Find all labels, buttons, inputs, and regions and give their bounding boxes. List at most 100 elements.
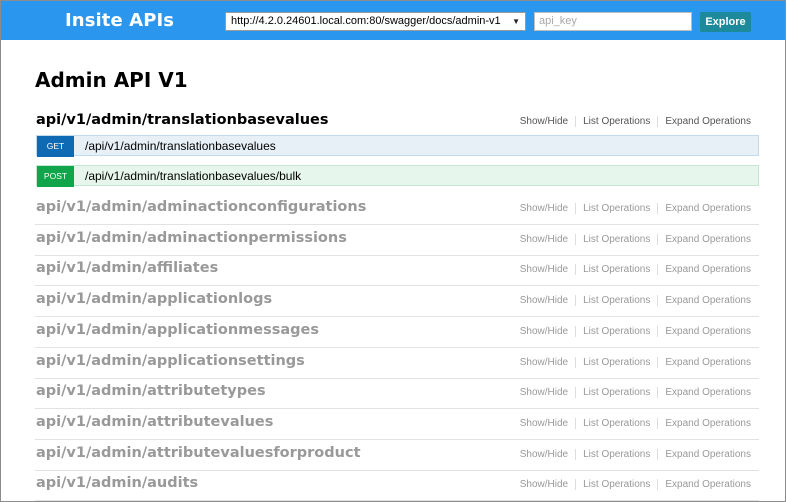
resource-links: Show/Hide List Operations Expand Operation…: [520, 233, 751, 245]
resource-name[interactable]: api/v1/admin/attributetypes: [36, 383, 266, 399]
resource-row: api/v1/admin/applicationsettings Show/Hid…: [35, 349, 759, 379]
divider: [657, 448, 659, 460]
divider: [657, 356, 659, 368]
show-hide-link[interactable]: Show/Hide: [520, 387, 568, 398]
resource-row: api/v1/admin/affiliates Show/Hide List Ope…: [35, 256, 759, 287]
divider: [575, 479, 577, 491]
api-url-select[interactable]: http://4.2.0.24601.local.com:80/swagger/…: [225, 12, 526, 31]
expand-operations-link[interactable]: Expand Operations: [665, 387, 751, 398]
resource-row: api/v1/admin/applicationlogs Show/Hide Lis…: [35, 287, 759, 318]
divider: [657, 325, 659, 337]
expand-operations-link[interactable]: Expand Operations: [665, 357, 751, 368]
resource-links: Show/Hide List Operations Expand Operation…: [520, 264, 751, 276]
api-url-value: http://4.2.0.24601.local.com:80/swagger/…: [231, 15, 501, 27]
resource-links: Show/Hide List Operations Expand Operation…: [520, 479, 751, 490]
divider: [575, 417, 577, 429]
divider: [575, 264, 577, 276]
expand-operations-link[interactable]: Expand Operations: [665, 326, 751, 337]
expand-operations-link[interactable]: Expand Operations: [665, 479, 751, 490]
resource-name[interactable]: api/v1/admin/applicationmessages: [36, 322, 319, 338]
api-key-input[interactable]: api_key: [534, 12, 692, 31]
resource-row: api/v1/admin/applicationmessages Show/Hid…: [35, 318, 759, 348]
show-hide-link[interactable]: Show/Hide: [520, 203, 568, 214]
resource-name[interactable]: api/v1/admin/adminactionconfigurations: [36, 199, 366, 215]
explore-button[interactable]: Explore: [700, 12, 751, 32]
show-hide-link[interactable]: Show/Hide: [520, 234, 568, 245]
resource-name[interactable]: api/v1/admin/affiliates: [36, 260, 218, 276]
divider: [575, 448, 577, 460]
divider: [657, 264, 659, 276]
divider: [657, 116, 659, 127]
divider: [575, 295, 577, 307]
show-hide-link[interactable]: Show/Hide: [520, 479, 568, 490]
expand-operations-link[interactable]: Expand Operations: [665, 203, 751, 214]
resource-links: Show/Hide List Operations Expand Operation…: [520, 356, 751, 368]
expand-operations-link[interactable]: Expand Operations: [665, 265, 751, 276]
resource-name[interactable]: api/v1/admin/attributevalues: [36, 414, 273, 430]
list-operations-link[interactable]: List Operations: [583, 479, 650, 490]
divider: [657, 417, 659, 429]
list-operations-link[interactable]: List Operations: [583, 116, 650, 127]
resource-name[interactable]: api/v1/admin/applicationsettings: [36, 353, 305, 369]
divider: [657, 233, 659, 245]
resource-links: Show/Hide List Operations Expand Operation…: [520, 325, 751, 337]
list-operations-link[interactable]: List Operations: [583, 203, 650, 214]
resource-links: Show/Hide List Operations Expand Operation…: [520, 448, 751, 460]
list-operations-link[interactable]: List Operations: [583, 265, 650, 276]
list-operations-link[interactable]: List Operations: [583, 418, 650, 429]
show-hide-link[interactable]: Show/Hide: [520, 295, 568, 306]
header-bar: Insite APIs http://4.2.0.24601.local.com…: [1, 1, 785, 40]
resource-links: Show/Hide List Operations Expand Operation…: [520, 116, 751, 127]
expand-operations-link[interactable]: Expand Operations: [665, 234, 751, 245]
resource-row: api/v1/admin/attributevaluesforproduct Sh…: [35, 441, 759, 471]
divider: [657, 203, 659, 214]
show-hide-link[interactable]: Show/Hide: [520, 116, 568, 127]
divider: [575, 356, 577, 368]
operation-path: /api/v1/admin/translationbasevalues: [85, 139, 276, 153]
list-operations-link[interactable]: List Operations: [583, 449, 650, 460]
method-badge-get: GET: [37, 136, 74, 157]
logo[interactable]: Insite APIs: [65, 10, 174, 31]
operation-path: /api/v1/admin/translationbasevalues/bulk: [85, 169, 302, 183]
divider: [657, 295, 659, 307]
show-hide-link[interactable]: Show/Hide: [520, 357, 568, 368]
divider: [657, 387, 659, 399]
method-badge-post: POST: [37, 166, 74, 187]
divider: [575, 203, 577, 214]
resource-name[interactable]: api/v1/admin/attributevaluesforproduct: [36, 445, 361, 461]
resource-row: api/v1/admin/attributetypes Show/Hide List…: [35, 379, 759, 410]
divider: [575, 233, 577, 245]
resource-links: Show/Hide List Operations Expand Operation…: [520, 203, 751, 214]
divider: [575, 387, 577, 399]
resource-row-active: api/v1/admin/translationbasevalues Show/…: [35, 108, 759, 138]
resource-links: Show/Hide List Operations Expand Operation…: [520, 387, 751, 398]
list-operations-link[interactable]: List Operations: [583, 357, 650, 368]
expand-operations-link[interactable]: Expand Operations: [665, 295, 751, 306]
list-operations-link[interactable]: List Operations: [583, 326, 650, 337]
resource-name[interactable]: api/v1/admin/adminactionpermissions: [36, 230, 347, 246]
resource-links: Show/Hide List Operations Expand Operation…: [520, 417, 751, 429]
resource-row: api/v1/admin/adminactionconfigurations Sh…: [35, 195, 759, 225]
list-operations-link[interactable]: List Operations: [583, 387, 650, 398]
show-hide-link[interactable]: Show/Hide: [520, 449, 568, 460]
show-hide-link[interactable]: Show/Hide: [520, 418, 568, 429]
resource-name[interactable]: api/v1/admin/translationbasevalues: [36, 112, 329, 128]
swagger-window: Insite APIs http://4.2.0.24601.local.com…: [0, 0, 786, 502]
show-hide-link[interactable]: Show/Hide: [520, 265, 568, 276]
expand-operations-link[interactable]: Expand Operations: [665, 449, 751, 460]
resource-name[interactable]: api/v1/admin/audits: [36, 475, 198, 491]
expand-operations-link[interactable]: Expand Operations: [665, 116, 751, 127]
list-operations-link[interactable]: List Operations: [583, 234, 650, 245]
operation-get[interactable]: GET /api/v1/admin/translationbasevalues: [36, 135, 759, 157]
resource-name[interactable]: api/v1/admin/applicationlogs: [36, 291, 272, 307]
expand-operations-link[interactable]: Expand Operations: [665, 418, 751, 429]
resource-row: api/v1/admin/adminactionpermissions Show/…: [35, 226, 759, 256]
resource-row: api/v1/admin/attributevalues Show/Hide Lis…: [35, 410, 759, 440]
page-title: Admin API V1: [35, 68, 188, 92]
list-operations-link[interactable]: List Operations: [583, 295, 650, 306]
divider: [575, 325, 577, 337]
resource-links: Show/Hide List Operations Expand Operation…: [520, 295, 751, 306]
show-hide-link[interactable]: Show/Hide: [520, 326, 568, 337]
chevron-down-icon: ▼: [512, 17, 520, 26]
operation-post[interactable]: POST /api/v1/admin/translationbasevalues…: [36, 165, 759, 187]
